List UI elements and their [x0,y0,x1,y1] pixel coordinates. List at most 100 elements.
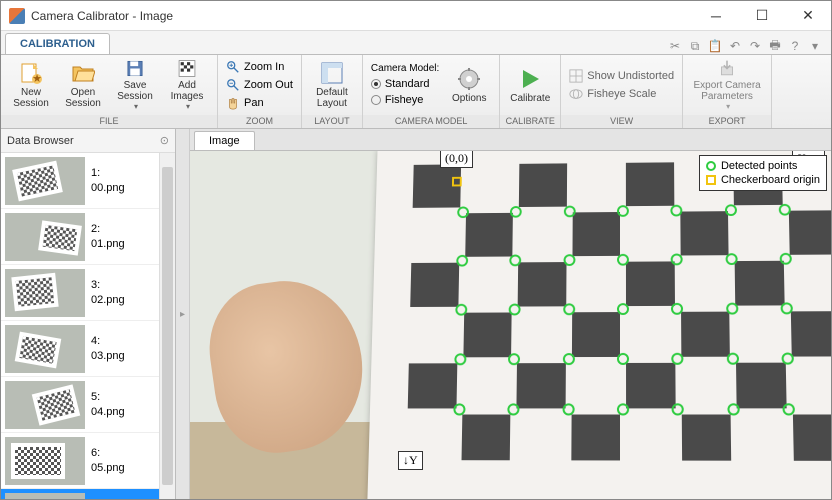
thumbnail-image [5,493,85,500]
data-browser-panel: Data Browser ⊙ 1:00.png2:01.png3:02.png4… [1,129,176,499]
qa-print-icon[interactable]: 🖶 [767,38,783,54]
gear-icon [457,67,481,91]
detected-point [672,353,684,365]
thumbnail-image [5,325,85,373]
pan-button[interactable]: Pan [222,94,297,112]
ribbon-tab-calibration[interactable]: CALIBRATION [5,33,110,54]
legend: Detected points Checkerboard origin [699,155,827,191]
detected-point [508,403,520,415]
detected-point [617,303,629,315]
thumbnail-label: 1:00.png [91,166,125,195]
origin-label: (0,0) [440,151,473,168]
export-icon [715,59,739,78]
qa-paste-icon[interactable]: 📋 [707,38,723,54]
qa-cut-icon[interactable]: ✂ [667,38,683,54]
collapse-icon[interactable]: ⊙ [160,134,169,147]
zoom-out-button[interactable]: Zoom Out [222,76,297,94]
image-viewer-panel: Image (0,0) X→ ↓Y Detected [190,129,831,499]
viewer-tab-bar: Image [190,129,831,151]
detected-point [725,253,737,265]
zoom-out-icon [226,78,240,92]
qa-redo-icon[interactable]: ↷ [747,38,763,54]
group-layout: Default Layout LAYOUT [302,55,363,128]
save-session-button[interactable]: Save Session [109,57,161,113]
app-icon [9,8,25,24]
thumbnail-list[interactable]: 1:00.png 2:01.png 3:02.png 4:03.png 5:04.png… [1,153,159,499]
thumbnail-row[interactable]: 5:04.png [1,377,159,433]
detected-point [726,353,738,365]
detected-point [726,303,738,315]
default-layout-button[interactable]: Default Layout [306,57,358,113]
camera-model-heading: Camera Model: [371,63,439,74]
window-titlebar: Camera Calibrator - Image ─ ☐ ✕ [1,1,831,31]
thumbnail-row[interactable]: 4:03.png [1,321,159,377]
maximize-button[interactable]: ☐ [739,1,785,31]
show-undistorted-button[interactable]: Show Undistorted [565,67,678,85]
group-export: Export Camera Parameters EXPORT [683,55,772,128]
thumbnail-row[interactable]: 6:05.png [1,433,159,489]
detected-point [779,204,791,216]
legend-origin-icon [706,175,716,185]
detected-point [563,303,575,315]
save-session-icon [123,59,147,78]
thumbnail-image [5,213,85,261]
quick-access-toolbar: ✂ ⧉ 📋 ↶ ↷ 🖶 ? ▾ [667,38,831,54]
export-camera-button[interactable]: Export Camera Parameters [687,57,767,113]
qa-help-icon[interactable]: ? [787,38,803,54]
detected-point [671,205,683,217]
fisheye-icon [569,87,583,101]
radio-dot-icon [371,95,381,105]
detected-point [563,254,575,266]
thumbnail-label: 6:05.png [91,446,125,475]
zoom-in-button[interactable]: Zoom In [222,58,297,76]
radio-dot-icon [371,79,381,89]
detected-point [563,206,575,218]
radio-fisheye[interactable]: Fisheye [371,92,439,108]
calibrate-button[interactable]: Calibrate [504,57,556,113]
detected-point [617,353,629,365]
play-icon [518,67,542,91]
detected-point [617,403,629,415]
detected-point [782,403,795,415]
detected-point [725,204,737,216]
thumbnail-label: 4:03.png [91,334,125,363]
options-button[interactable]: Options [443,57,495,113]
new-session-icon: ★ [19,61,43,85]
group-view: Show Undistorted Fisheye Scale VIEW [561,55,683,128]
thumbnail-row[interactable]: 7:06.png [1,489,159,499]
minimize-button[interactable]: ─ [693,1,739,31]
thumbnail-row[interactable]: 3:02.png [1,265,159,321]
workspace-handle[interactable]: ▸ [176,129,190,499]
qa-undo-icon[interactable]: ↶ [727,38,743,54]
image-canvas[interactable]: (0,0) X→ ↓Y Detected points Checkerboard… [190,151,831,499]
fisheye-scale-button[interactable]: Fisheye Scale [565,85,678,103]
thumbnail-row[interactable]: 1:00.png [1,153,159,209]
radio-standard[interactable]: Standard [371,76,439,92]
detected-point [780,253,792,265]
detected-point [617,205,629,217]
thumbnail-image [5,381,85,429]
thumbnail-row[interactable]: 2:01.png [1,209,159,265]
zoom-in-icon [226,60,240,74]
thumbnail-image [5,157,85,205]
add-images-button[interactable]: Add Images [161,57,213,113]
new-session-button[interactable]: ★ New Session [5,57,57,113]
thumbnail-image [5,437,85,485]
window-title: Camera Calibrator - Image [31,9,693,23]
detected-point [782,353,794,365]
add-images-icon [175,59,199,78]
open-session-button[interactable]: Open Session [57,57,109,113]
qa-minimize-ribbon-icon[interactable]: ▾ [807,38,823,54]
thumbnail-label: 3:02.png [91,278,125,307]
pan-icon [226,96,240,110]
qa-copy-icon[interactable]: ⧉ [687,38,703,54]
detected-point [563,353,575,365]
content-area: Data Browser ⊙ 1:00.png2:01.png3:02.png4… [1,129,831,499]
toolstrip: ★ New Session Open Session Save Session … [1,55,831,129]
detected-point [562,403,574,415]
group-calibrate: Calibrate CALIBRATE [500,55,561,128]
close-button[interactable]: ✕ [785,1,831,31]
viewer-tab-image[interactable]: Image [194,131,255,150]
detected-point [671,254,683,266]
thumbnail-scrollbar[interactable] [159,153,175,499]
